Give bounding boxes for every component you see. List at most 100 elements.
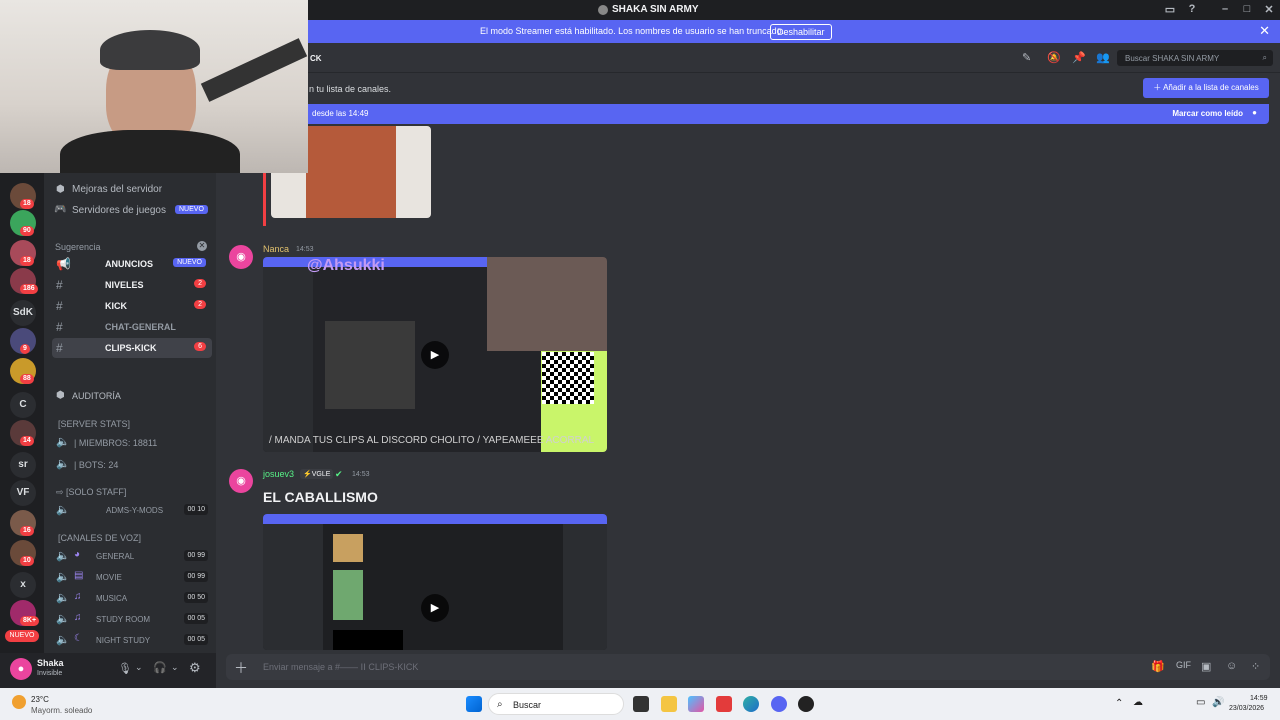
volume-icon[interactable]: 🔊 bbox=[1212, 697, 1224, 708]
channel-clips-kick[interactable]: # CLIPS-KICK 6 bbox=[52, 338, 212, 358]
message-author[interactable]: Nanca bbox=[263, 244, 289, 254]
gear-icon[interactable]: ⚙ bbox=[189, 660, 201, 676]
unread-badge: 2 bbox=[194, 300, 206, 309]
gift-icon[interactable]: 🎁 bbox=[1151, 660, 1165, 673]
server-icon[interactable]: VF bbox=[10, 480, 36, 506]
channel-label: NIVELES bbox=[105, 280, 144, 290]
server-icon[interactable]: 90 bbox=[10, 210, 36, 236]
inbox-icon[interactable]: ▭ bbox=[1163, 3, 1177, 17]
add-to-channels-button[interactable]: ＋ Añadir a la lista de canales bbox=[1143, 78, 1269, 98]
new-messages-bar[interactable]: desde las 14:49 Marcar como leído ● bbox=[216, 104, 1269, 124]
clock-time[interactable]: 14:59 bbox=[1250, 695, 1268, 702]
windows-start-icon[interactable] bbox=[466, 696, 482, 712]
search-input[interactable]: Buscar SHAKA SIN ARMY ⌕ bbox=[1117, 50, 1273, 66]
taskbar-search[interactable]: ⌕ Buscar bbox=[488, 693, 624, 715]
user-limit: 00 05 bbox=[184, 613, 208, 624]
user-avatar[interactable]: ● bbox=[10, 658, 32, 680]
weather-temp[interactable]: 23°C bbox=[31, 695, 49, 704]
video-attachment[interactable]: ▶ bbox=[263, 514, 607, 650]
emoji-icon[interactable]: ☺ bbox=[1226, 660, 1237, 672]
voice-channel[interactable]: 🔈 ♫ MUSICA 00 50 bbox=[52, 589, 212, 607]
unread-badge: NUEVO bbox=[173, 258, 206, 267]
server-stats-category[interactable]: [SERVER STATS] bbox=[58, 419, 130, 429]
mention-count-badge: 14 bbox=[20, 436, 34, 446]
weather-icon[interactable] bbox=[12, 695, 26, 709]
voice-channel[interactable]: 🔈 ♫ STUDY ROOM 00 05 bbox=[52, 610, 212, 628]
members-icon[interactable]: 👥 bbox=[1096, 51, 1110, 64]
server-icon bbox=[598, 5, 608, 15]
play-icon[interactable]: ▶ bbox=[421, 594, 449, 622]
server-icon[interactable]: 8K+ bbox=[10, 600, 40, 626]
apps-icon[interactable]: ⁘ bbox=[1251, 660, 1260, 673]
server-icon[interactable]: 186 bbox=[10, 268, 38, 294]
clock-date[interactable]: 23/03/2026 bbox=[1229, 705, 1264, 712]
app-icon[interactable] bbox=[716, 696, 732, 712]
message-composer[interactable]: ＋ Enviar mensaje a #—— ꓲꓲ CLIPS-KICK 🎁 G… bbox=[226, 654, 1270, 680]
server-icon[interactable]: 18 bbox=[10, 183, 36, 209]
voice-category[interactable]: [CANALES DE VOZ] bbox=[58, 533, 141, 543]
server-icon[interactable]: C bbox=[10, 392, 36, 418]
gif-icon[interactable]: GIF bbox=[1176, 660, 1191, 670]
server-icon[interactable]: sr bbox=[10, 452, 36, 478]
headphones-icon[interactable]: 🎧 bbox=[153, 661, 167, 674]
mention-count-badge: 9 bbox=[20, 344, 30, 354]
channel-niveles[interactable]: # NIVELES 2 bbox=[52, 275, 212, 295]
voice-channel-adms[interactable]: 🔈 ADMS-Y-MODS 00 10 bbox=[52, 501, 212, 519]
chevron-up-icon[interactable]: ⌃ bbox=[1115, 698, 1123, 709]
message-avatar[interactable]: ◉ bbox=[229, 245, 253, 269]
channel-anuncios[interactable]: 📢 ANUNCIOS NUEVO bbox=[52, 254, 212, 274]
close-banner-icon[interactable]: ✕ bbox=[1259, 23, 1270, 39]
help-icon[interactable]: ? bbox=[1185, 3, 1199, 17]
hash-icon: # bbox=[56, 341, 63, 355]
chevron-down-icon[interactable]: ⌄ bbox=[135, 662, 143, 673]
sticker-icon[interactable]: ▣ bbox=[1201, 660, 1211, 673]
maximize-button[interactable]: □ bbox=[1240, 3, 1254, 17]
mute-icon[interactable]: 🔕 bbox=[1047, 51, 1061, 64]
embed-preview bbox=[325, 321, 415, 409]
server-icon[interactable]: 10 bbox=[10, 540, 36, 566]
message-author[interactable]: josuev3 bbox=[263, 469, 294, 479]
file-explorer-icon[interactable] bbox=[661, 696, 677, 712]
speaker-icon: 🔈 bbox=[56, 436, 70, 448]
chevron-down-icon[interactable]: ⌄ bbox=[171, 662, 179, 673]
channel-kick[interactable]: # KICK 2 bbox=[52, 296, 212, 316]
server-icon[interactable]: 88 bbox=[10, 358, 36, 384]
disable-streamer-button[interactable]: Deshabilitar bbox=[770, 24, 832, 40]
onedrive-icon[interactable]: ☁ bbox=[1133, 697, 1143, 708]
discord-icon[interactable] bbox=[771, 696, 787, 712]
server-icon[interactable]: 18 bbox=[10, 240, 36, 266]
obs-icon[interactable] bbox=[798, 696, 814, 712]
speaker-icon: 🔈 bbox=[56, 504, 70, 516]
server-icon[interactable]: SdK bbox=[10, 300, 36, 326]
video-attachment[interactable]: @Ahsukki / MANDA TUS CLIPS AL DISCORD CH… bbox=[263, 257, 607, 452]
threads-icon[interactable]: ✎ bbox=[1022, 51, 1031, 64]
dismiss-icon[interactable]: ✕ bbox=[197, 241, 207, 251]
task-view-icon[interactable] bbox=[633, 696, 649, 712]
embed-sidebar bbox=[263, 524, 323, 650]
server-icon[interactable]: 14 bbox=[10, 420, 36, 446]
add-attachment-icon[interactable]: ＋ bbox=[234, 658, 248, 678]
server-icon[interactable]: 9 bbox=[10, 328, 36, 354]
channel-label: ANUNCIOS bbox=[105, 259, 154, 269]
minimize-button[interactable]: – bbox=[1218, 3, 1232, 17]
message-avatar[interactable]: ◉ bbox=[229, 469, 253, 493]
pin-icon[interactable]: 📌 bbox=[1072, 51, 1086, 64]
server-icon[interactable]: x bbox=[10, 572, 36, 598]
mic-icon[interactable]: 🎙 bbox=[118, 662, 132, 675]
close-window-button[interactable]: ✕ bbox=[1262, 3, 1276, 17]
mark-read-button[interactable]: Marcar como leído bbox=[1172, 109, 1243, 118]
play-icon[interactable]: ▶ bbox=[421, 341, 449, 369]
server-icon[interactable]: 16 bbox=[10, 510, 36, 536]
voice-channel[interactable]: 🔈 ☾ NIGHT STUDY 00 05 bbox=[52, 631, 212, 649]
copilot-icon[interactable] bbox=[688, 696, 704, 712]
channel-chat-general[interactable]: # CHAT-GENERAL bbox=[52, 317, 212, 337]
mention-count-badge: 18 bbox=[20, 199, 34, 209]
edge-icon[interactable] bbox=[743, 696, 759, 712]
user-panel: ● Shaka Invisible 🎙 ⌄ 🎧 ⌄ ⚙ bbox=[0, 653, 216, 688]
speaker-icon: 🔈 bbox=[56, 571, 70, 583]
voice-channel[interactable]: 🔈 ◕ GENERAL 00 99 bbox=[52, 547, 212, 565]
solo-staff-category[interactable]: ⇨ [SOLO STAFF] bbox=[56, 487, 126, 498]
voice-channel[interactable]: 🔈 ▤ MOVIE 00 99 bbox=[52, 568, 212, 586]
message-input[interactable]: Enviar mensaje a #—— ꓲꓲ CLIPS-KICK bbox=[263, 662, 418, 673]
network-icon[interactable]: ▭ bbox=[1196, 697, 1205, 708]
